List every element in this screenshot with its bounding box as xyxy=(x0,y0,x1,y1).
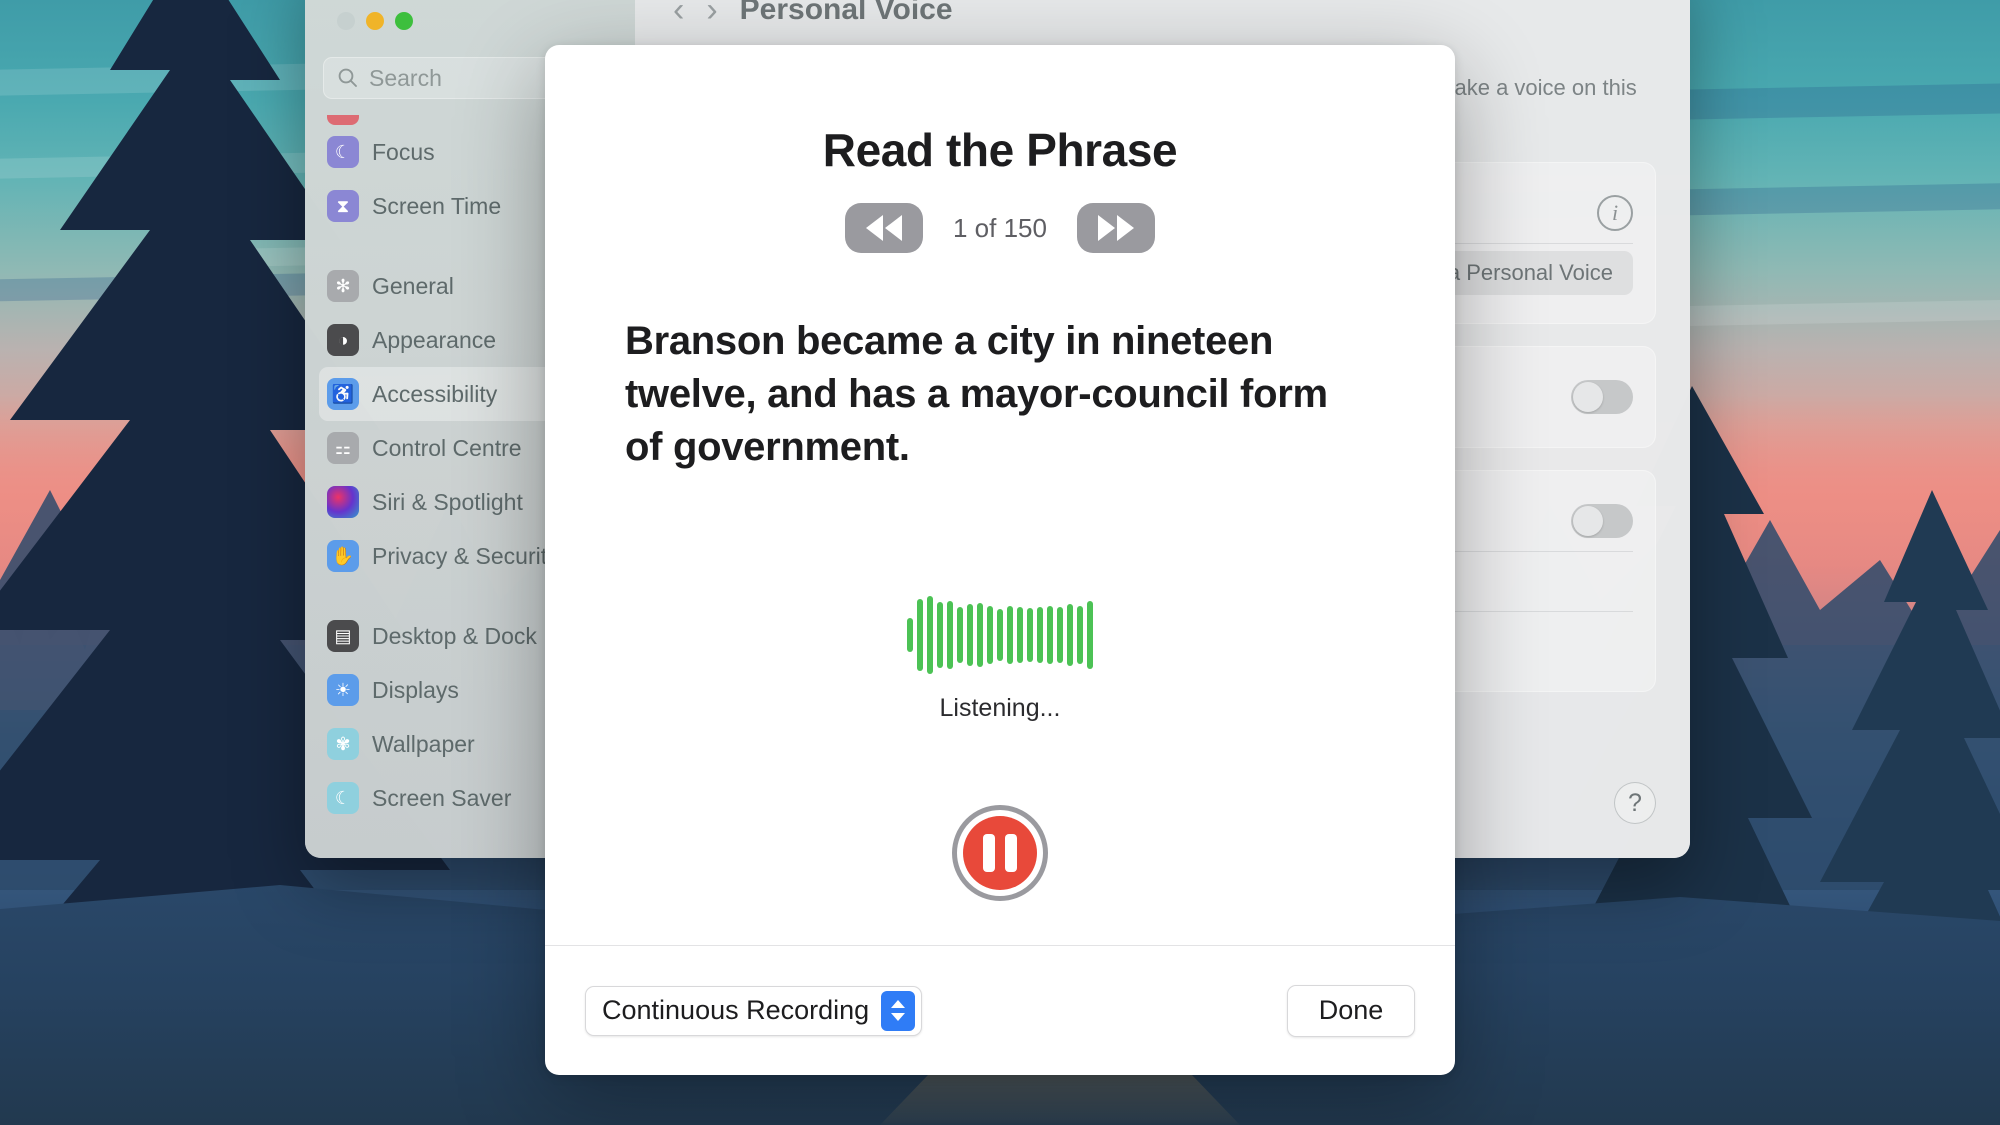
phrase-counter: 1 of 150 xyxy=(953,212,1047,243)
phrase-pager: 1 of 150 xyxy=(625,203,1375,253)
contrast-icon: ◑ xyxy=(327,324,359,356)
flower-icon: ✾ xyxy=(327,728,359,760)
sliders-icon: ⚏ xyxy=(327,432,359,464)
recording-mode-select[interactable]: Continuous Recording xyxy=(585,985,923,1036)
sidebar-item-label: Focus xyxy=(372,138,435,165)
dialog-footer: Continuous Recording Done xyxy=(545,945,1455,1075)
hand-icon: ✋ xyxy=(327,540,359,572)
waveform-bar xyxy=(1047,606,1053,664)
waveform-bar xyxy=(917,599,923,671)
dialog-title: Read the Phrase xyxy=(822,124,1178,176)
sidebar-item-label: Desktop & Dock xyxy=(372,622,537,649)
phrase-text: Branson became a city in nineteen twelve… xyxy=(625,319,1328,470)
record-button-fill xyxy=(963,816,1037,890)
waveform-bar xyxy=(1077,606,1083,664)
waveform-bar xyxy=(1007,606,1013,664)
waveform-bar xyxy=(1017,607,1023,663)
nightsky-icon: ☾ xyxy=(327,782,359,814)
waveform-bar xyxy=(1037,607,1043,663)
sidebar-item-label: Privacy & Security xyxy=(372,542,559,569)
waveform-bar xyxy=(987,606,993,664)
waveform-bar xyxy=(997,609,1003,661)
window-traffic-lights xyxy=(319,0,621,30)
moon-icon: ☾ xyxy=(327,136,359,168)
previous-phrase-button[interactable] xyxy=(845,203,923,253)
waveform-bar xyxy=(907,618,913,652)
waveform-bar xyxy=(957,607,963,663)
sidebar-item-label: Accessibility xyxy=(372,380,498,407)
waveform-bar xyxy=(1027,608,1033,662)
info-button[interactable]: i xyxy=(1597,194,1633,231)
dialog-body: Read the Phrase 1 of 150 Branson became … xyxy=(545,45,1455,945)
sidebar-item-label: Siri & Spotlight xyxy=(372,488,523,515)
sidebar-item-label: Wallpaper xyxy=(372,730,475,757)
waveform-bar xyxy=(927,596,933,674)
record-controls xyxy=(545,805,1455,901)
siri-icon xyxy=(327,486,359,518)
gear-icon: ✻ xyxy=(327,270,359,302)
sidebar-item-label: General xyxy=(372,272,454,299)
accessibility-icon: ♿ xyxy=(327,378,359,410)
waveform-bar xyxy=(977,603,983,667)
sidebar-item-label: Appearance xyxy=(372,326,497,353)
recording-status: Listening... xyxy=(939,694,1061,722)
chevron-right-icon[interactable]: › xyxy=(706,0,717,30)
dock-icon: ▤ xyxy=(327,620,359,652)
share-across-devices-toggle[interactable] xyxy=(1571,379,1633,414)
done-button[interactable]: Done xyxy=(1287,984,1415,1037)
brightness-icon: ☀ xyxy=(327,674,359,706)
pause-icon xyxy=(983,834,995,872)
close-button[interactable] xyxy=(337,12,355,30)
pause-recording-button[interactable] xyxy=(952,805,1048,901)
waveform-bar xyxy=(1067,604,1073,666)
next-phrase-button[interactable] xyxy=(1077,203,1155,253)
waveform-bar xyxy=(947,601,953,669)
help-button[interactable]: ? xyxy=(1614,782,1656,824)
waveform-bar xyxy=(1087,601,1093,669)
search-icon xyxy=(338,68,357,87)
zoom-button[interactable] xyxy=(395,12,413,30)
sidebar-item-label: Screen Time xyxy=(372,192,502,219)
audio-waveform xyxy=(907,590,1093,680)
hourglass-icon: ⧗ xyxy=(327,190,359,222)
recording-mode-label: Continuous Recording xyxy=(602,995,870,1025)
partial-item-above xyxy=(327,115,359,125)
waveform-bar xyxy=(937,602,943,668)
rewind-icon xyxy=(866,215,883,241)
search-placeholder: Search xyxy=(369,64,442,91)
allow-apps-toggle[interactable] xyxy=(1571,503,1633,538)
fast-forward-icon xyxy=(1098,215,1115,241)
page-title: Personal Voice xyxy=(739,0,953,26)
waveform-bar xyxy=(1057,607,1063,663)
minimize-button[interactable] xyxy=(366,12,384,30)
recording-indicator: Listening... xyxy=(545,590,1455,723)
chevron-up-down-icon[interactable] xyxy=(881,990,916,1031)
read-the-phrase-dialog: Read the Phrase 1 of 150 Branson became … xyxy=(545,45,1455,1075)
chevron-left-icon[interactable]: ‹ xyxy=(673,0,684,30)
sidebar-item-label: Screen Saver xyxy=(372,784,512,811)
sidebar-item-label: Control Centre xyxy=(372,434,522,461)
waveform-bar xyxy=(967,604,973,666)
sidebar-item-label: Displays xyxy=(372,676,459,703)
